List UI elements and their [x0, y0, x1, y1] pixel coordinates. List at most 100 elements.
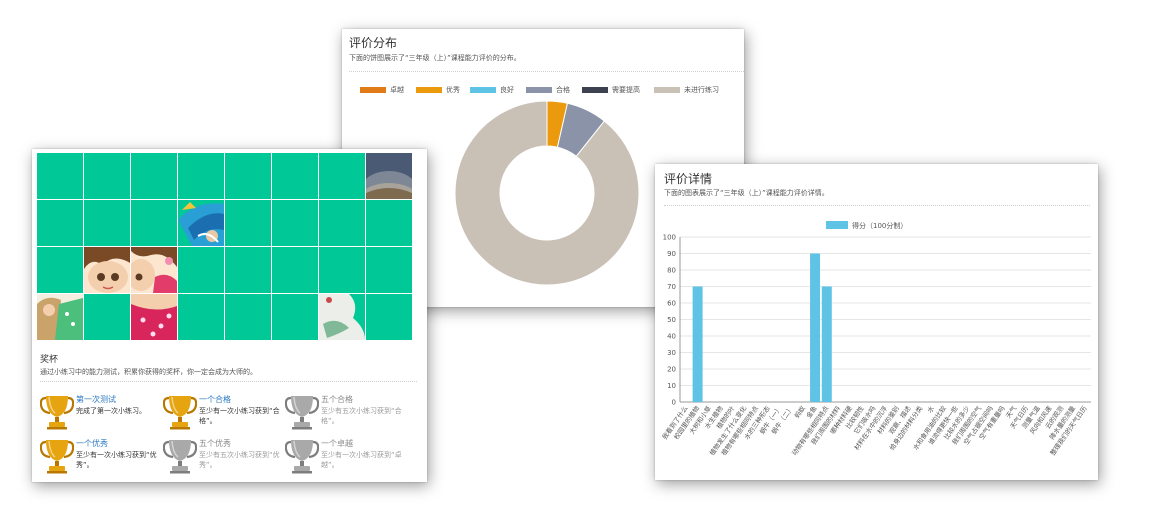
puzzle-tile[interactable] — [225, 153, 271, 199]
puzzle-tile[interactable] — [131, 200, 177, 246]
y-tick-label: 80 — [667, 267, 676, 275]
revealed-picture-tile[interactable] — [178, 200, 224, 246]
legend-label: 良好 — [500, 86, 514, 94]
puzzle-tile[interactable] — [84, 200, 130, 246]
revealed-picture-tile[interactable] — [319, 294, 365, 340]
puzzle-tile[interactable] — [178, 294, 224, 340]
y-tick-label: 40 — [667, 333, 676, 341]
puzzle-tile[interactable] — [37, 200, 83, 246]
puzzle-tile[interactable] — [225, 247, 271, 293]
puzzle-tile[interactable] — [84, 294, 130, 340]
award-item[interactable]: 五个合格至少有五次小练习获到“合格”。 — [284, 394, 405, 436]
award-item[interactable]: 第一次测试完成了第一次小练习。 — [39, 394, 160, 436]
x-tick-label: 蚂蚁 — [792, 404, 807, 420]
legend-label: 得分（100分制） — [852, 221, 907, 230]
revealed-picture-tile[interactable] — [131, 294, 177, 340]
legend-swatch — [526, 87, 552, 93]
legend-label: 卓越 — [390, 86, 404, 94]
legend-label: 合格 — [556, 86, 570, 94]
puzzle-tile[interactable] — [225, 294, 271, 340]
award-item[interactable]: 一个合格至少有一次小练习获到“合格”。 — [162, 394, 283, 436]
awards-card: 奖杯 通过小练习中的能力测试，积累你获得的奖杯，你一定会成为大师的。 第一次测试… — [32, 149, 427, 482]
gold-trophy-icon — [162, 394, 198, 430]
y-tick-label: 70 — [667, 283, 676, 291]
revealed-picture-tile[interactable] — [131, 247, 177, 293]
y-tick-label: 90 — [667, 250, 676, 258]
puzzle-tile[interactable] — [366, 200, 412, 246]
awards-description: 通过小练习中的能力测试，积累你获得的奖杯，你一定会成为大师的。 — [40, 368, 257, 376]
divider — [349, 71, 744, 72]
detail-title: 评价详情 — [664, 172, 713, 186]
legend-swatch — [826, 221, 848, 229]
distribution-title: 评价分布 — [349, 36, 398, 50]
legend-swatch — [360, 87, 386, 93]
bar[interactable] — [692, 286, 703, 403]
award-name: 一个优秀 — [76, 439, 108, 448]
pie-slice[interactable] — [454, 100, 640, 286]
detail-subtitle: 下面的图表展示了“三年级（上）”课程能力评价详情。 — [664, 189, 829, 197]
award-description: 至少有一次小练习获到“优秀”。 — [76, 451, 157, 469]
gold-trophy-icon — [39, 394, 75, 430]
legend-label: 需要提高 — [612, 86, 640, 94]
puzzle-tile[interactable] — [319, 153, 365, 199]
award-description: 完成了第一次小练习。 — [76, 407, 146, 415]
y-tick-label: 0 — [672, 399, 676, 407]
puzzle-tile[interactable] — [178, 153, 224, 199]
gold-trophy-icon — [39, 438, 75, 474]
revealed-picture-tile[interactable] — [37, 294, 83, 340]
detail-card: 评价详情 下面的图表展示了“三年级（上）”课程能力评价详情。 得分（100分制）… — [655, 164, 1098, 480]
bar[interactable] — [810, 253, 821, 403]
puzzle-tile[interactable] — [272, 247, 318, 293]
award-description: 至少有一次小练习获到“卓越”。 — [321, 451, 402, 469]
y-tick-label: 10 — [667, 382, 676, 390]
legend-swatch — [470, 87, 496, 93]
y-tick-label: 50 — [667, 316, 676, 324]
award-description: 至少有五次小练习获到“优秀”。 — [199, 451, 280, 469]
bar-chart: 得分（100分制）0102030405060708090100我看到了什么校园里… — [660, 221, 1091, 457]
puzzle-tile[interactable] — [272, 200, 318, 246]
revealed-picture-tile[interactable] — [84, 247, 130, 293]
distribution-subtitle: 下面的饼图展示了“三年级（上）”课程能力评价的分布。 — [349, 54, 521, 62]
award-description: 至少有五次小练习获到“合格”。 — [321, 407, 402, 425]
award-name: 一个合格 — [199, 395, 231, 404]
puzzle-tile[interactable] — [37, 247, 83, 293]
puzzle-tile[interactable] — [319, 200, 365, 246]
puzzle-tile[interactable] — [225, 200, 271, 246]
award-description: 至少有一次小练习获到“合格”。 — [199, 407, 280, 425]
legend-swatch — [416, 87, 442, 93]
silver-trophy-icon — [284, 394, 320, 430]
award-name: 第一次测试 — [76, 395, 116, 404]
legend-label: 优秀 — [446, 86, 460, 94]
legend-label: 未进行练习 — [684, 86, 719, 94]
award-name: 五个优秀 — [199, 439, 231, 448]
award-name: 五个合格 — [321, 395, 353, 404]
y-tick-label: 100 — [663, 234, 676, 242]
legend-swatch — [654, 87, 680, 93]
silver-trophy-icon — [284, 438, 320, 474]
y-tick-label: 60 — [667, 300, 676, 308]
puzzle-tile[interactable] — [178, 247, 224, 293]
award-item[interactable]: 五个优秀至少有五次小练习获到“优秀”。 — [162, 438, 283, 480]
puzzle-tile[interactable] — [131, 153, 177, 199]
puzzle-tile[interactable] — [319, 247, 365, 293]
award-item[interactable]: 一个优秀至少有一次小练习获到“优秀”。 — [39, 438, 160, 480]
donut-chart — [454, 100, 640, 286]
divider — [664, 205, 1090, 206]
puzzle-tile[interactable] — [366, 247, 412, 293]
y-tick-label: 20 — [667, 366, 676, 374]
bar[interactable] — [821, 286, 832, 403]
puzzle-tile[interactable] — [366, 294, 412, 340]
revealed-picture-tile[interactable] — [366, 153, 412, 199]
silver-trophy-icon — [162, 438, 198, 474]
y-tick-label: 30 — [667, 349, 676, 357]
awards-title: 奖杯 — [40, 355, 59, 365]
puzzle-tile[interactable] — [84, 153, 130, 199]
puzzle-tile[interactable] — [272, 153, 318, 199]
legend-swatch — [582, 87, 608, 93]
puzzle-tile[interactable] — [37, 153, 83, 199]
award-name: 一个卓越 — [321, 439, 353, 448]
puzzle-board — [37, 153, 412, 340]
award-item[interactable]: 一个卓越至少有一次小练习获到“卓越”。 — [284, 438, 405, 480]
divider — [40, 381, 417, 382]
puzzle-tile[interactable] — [272, 294, 318, 340]
